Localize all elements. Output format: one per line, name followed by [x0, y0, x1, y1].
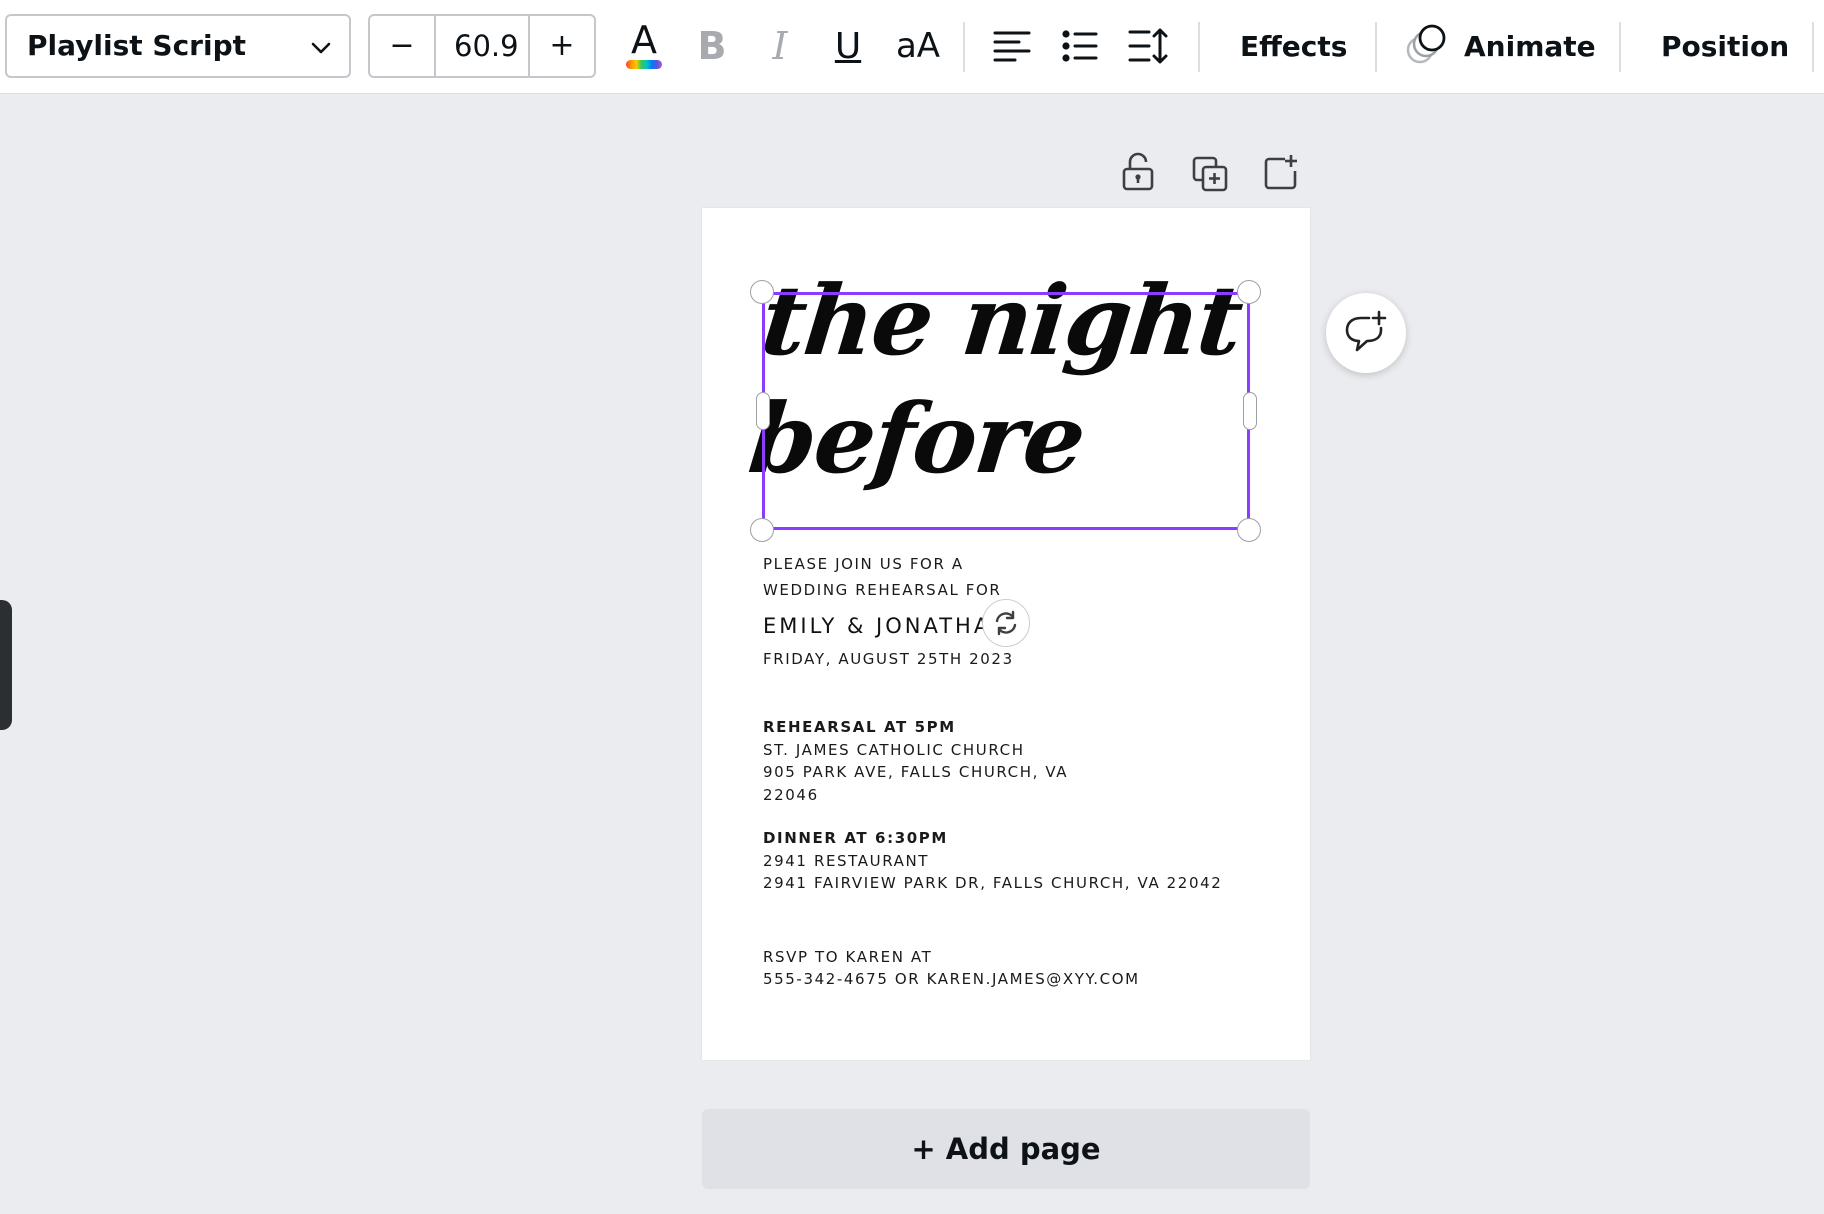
intro-line-1: PLEASE JOIN US FOR A	[763, 555, 964, 573]
chevron-down-icon	[311, 42, 331, 54]
position-button[interactable]: Position	[1661, 0, 1789, 94]
text-toolbar: Playlist Script − 60.9 + A B I U aA Effe…	[0, 0, 1824, 94]
side-panel-toggle[interactable]	[0, 600, 12, 730]
list-button[interactable]	[1052, 18, 1108, 74]
animate-button[interactable]: Animate	[1402, 0, 1602, 94]
event-date: FRIDAY, AUGUST 25TH 2023	[763, 650, 1014, 668]
underline-icon: U	[834, 25, 862, 67]
underline-button[interactable]: U	[820, 18, 876, 74]
rsvp-line-1: RSVP TO KAREN AT	[763, 948, 933, 966]
dinner-place: 2941 RESTAURANT	[763, 852, 930, 870]
duplicate-icon	[1192, 156, 1228, 192]
rehearsal-address-2: 22046	[763, 786, 819, 804]
resize-handle-bottom-left[interactable]	[750, 518, 774, 542]
bold-icon: B	[697, 24, 727, 68]
rsvp-line-2: 555-342-4675 OR KAREN.JAMES@XYY.COM	[763, 970, 1140, 988]
alignment-button[interactable]	[984, 18, 1040, 74]
intro-line-2: WEDDING REHEARSAL FOR	[763, 581, 1002, 599]
toolbar-divider	[963, 22, 965, 72]
font-size-stepper: − 60.9 +	[368, 14, 596, 78]
selection-box[interactable]	[762, 292, 1250, 530]
dinner-heading: DINNER AT 6:30PM	[763, 829, 948, 847]
spacing-icon	[1128, 28, 1168, 64]
resize-handle-right[interactable]	[1243, 392, 1257, 430]
resize-handle-top-right[interactable]	[1237, 280, 1261, 304]
rotate-handle[interactable]	[982, 599, 1030, 647]
toolbar-divider	[1198, 22, 1200, 72]
effects-button[interactable]: Effects	[1240, 0, 1347, 94]
add-page-icon	[1264, 155, 1297, 190]
resize-handle-top-left[interactable]	[750, 280, 774, 304]
animate-label: Animate	[1464, 30, 1596, 63]
rehearsal-heading: REHEARSAL AT 5PM	[763, 718, 956, 736]
bold-button[interactable]: B	[684, 18, 740, 74]
italic-button[interactable]: I	[752, 18, 808, 74]
toolbar-divider	[1375, 22, 1377, 72]
add-page-top-button[interactable]	[1258, 148, 1306, 196]
duplicate-page-button[interactable]	[1186, 150, 1234, 198]
animate-icon	[1406, 24, 1446, 64]
align-left-icon	[993, 31, 1031, 62]
rehearsal-place: ST. JAMES CATHOLIC CHURCH	[763, 741, 1025, 759]
italic-icon: I	[772, 24, 788, 68]
rotate-icon	[995, 610, 1017, 636]
resize-handle-left[interactable]	[756, 392, 770, 430]
case-icon: aA	[895, 26, 941, 66]
add-comment-icon	[1345, 310, 1387, 352]
font-family-dropdown[interactable]: Playlist Script	[5, 14, 351, 78]
couple-names: EMILY & JONATHA	[763, 614, 992, 638]
text-color-glyph: A	[631, 18, 657, 62]
add-comment-button[interactable]	[1326, 293, 1406, 373]
text-color-icon: A	[620, 18, 668, 72]
font-size-input[interactable]: 60.9	[436, 16, 534, 76]
list-icon	[1062, 30, 1098, 62]
rehearsal-address-1: 905 PARK AVE, FALLS CHURCH, VA	[763, 763, 1069, 781]
lock-button[interactable]	[1114, 148, 1162, 196]
toolbar-divider	[1812, 22, 1814, 72]
resize-handle-bottom-right[interactable]	[1237, 518, 1261, 542]
toolbar-divider	[1619, 22, 1621, 72]
dinner-address: 2941 FAIRVIEW PARK DR, FALLS CHURCH, VA …	[763, 874, 1223, 892]
decrease-font-size-button[interactable]: −	[370, 16, 436, 76]
spacing-button[interactable]	[1120, 18, 1176, 74]
letter-case-button[interactable]: aA	[888, 18, 948, 74]
text-color-button[interactable]: A	[616, 18, 672, 74]
lock-icon	[1122, 152, 1154, 191]
font-family-value: Playlist Script	[27, 29, 246, 62]
increase-font-size-button[interactable]: +	[528, 16, 594, 76]
add-page-button[interactable]: + Add page	[702, 1109, 1310, 1189]
